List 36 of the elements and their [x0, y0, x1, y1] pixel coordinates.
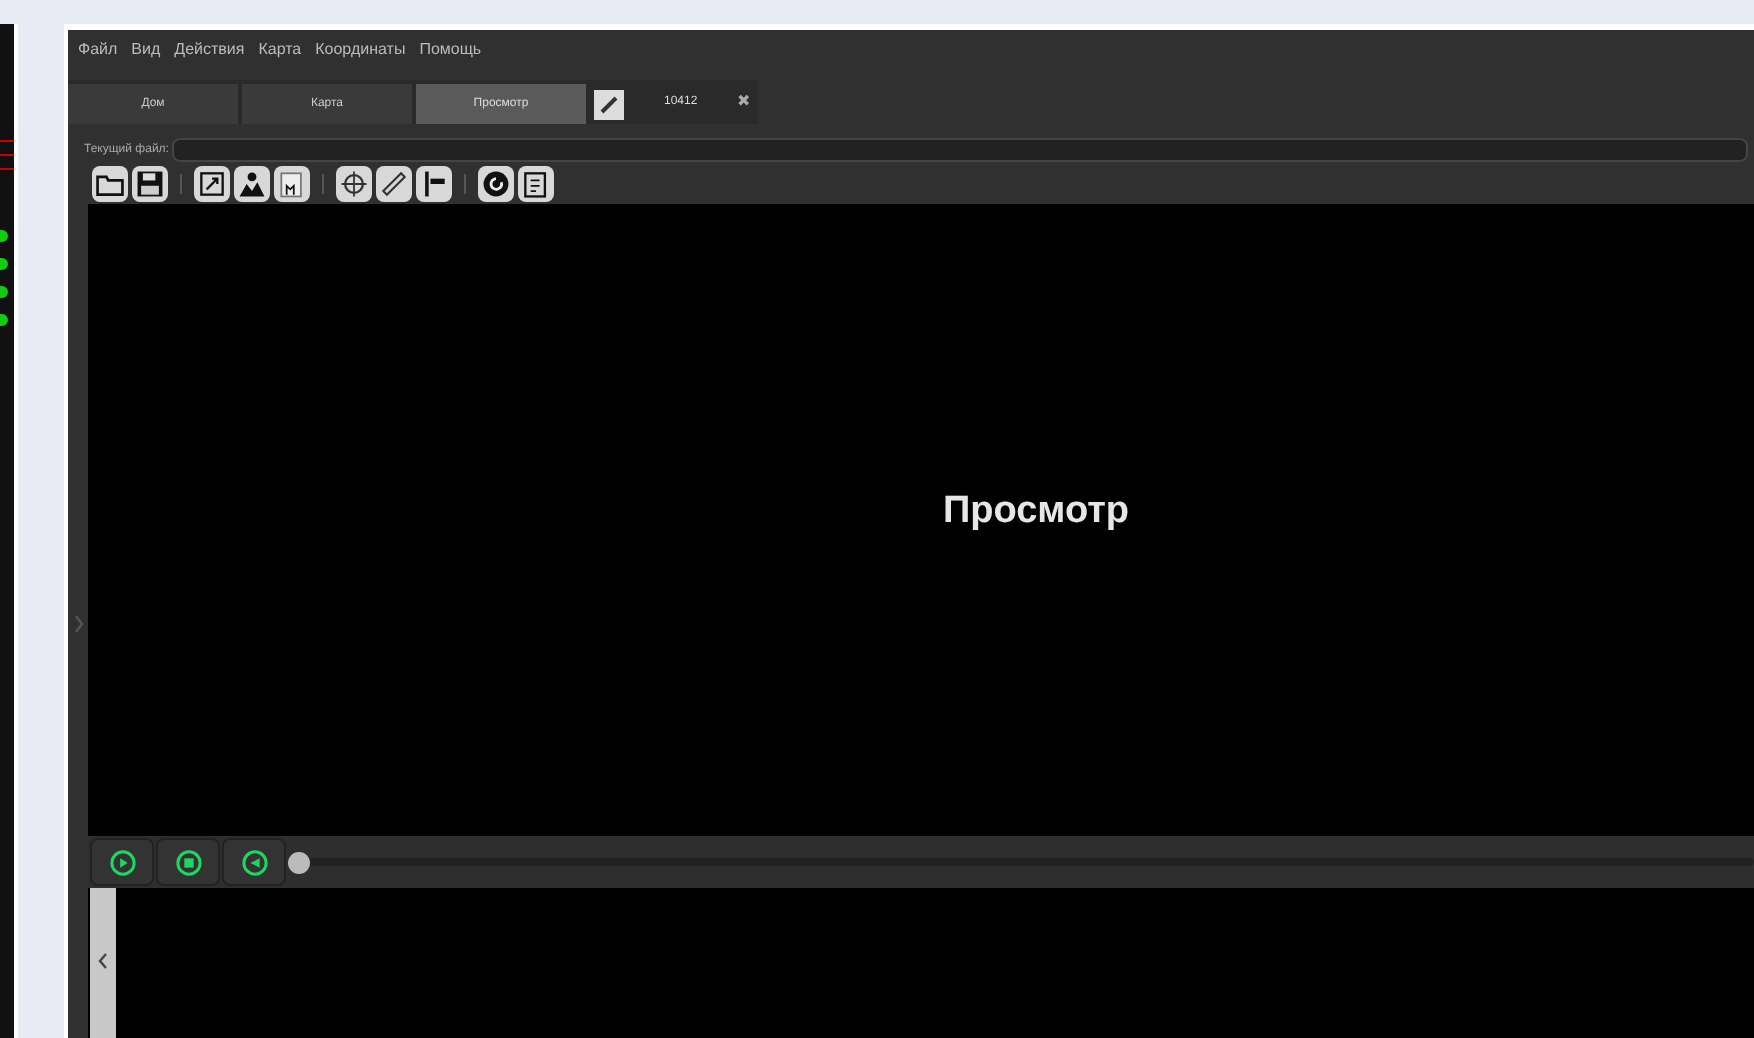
crosshair-icon	[338, 168, 370, 200]
slider-thumb[interactable]	[288, 851, 310, 873]
align-button[interactable]	[416, 166, 452, 202]
current-file-field[interactable]	[172, 138, 1748, 162]
export-icon	[196, 168, 228, 200]
notes-button[interactable]	[518, 166, 554, 202]
playback-slider[interactable]	[288, 850, 1754, 874]
rewind-icon	[241, 849, 267, 875]
refresh-button[interactable]	[478, 166, 514, 202]
menu-item[interactable]: Помощь	[419, 38, 482, 62]
crosshair-button[interactable]	[336, 166, 372, 202]
menu-item[interactable]: Координаты	[315, 38, 406, 62]
export-button[interactable]	[194, 166, 230, 202]
ruler-button[interactable]	[376, 166, 412, 202]
map-document-button[interactable]	[274, 166, 310, 202]
chevron-left-icon	[98, 951, 108, 969]
stop-icon	[175, 849, 201, 875]
map-document-icon	[276, 168, 308, 200]
notes-icon	[520, 168, 552, 200]
menu-item[interactable]: Вид	[131, 38, 161, 62]
edit-button[interactable]	[594, 90, 624, 120]
play-button[interactable]	[90, 838, 154, 886]
rewind-button[interactable]	[222, 838, 286, 886]
folder-button[interactable]	[92, 166, 128, 202]
ruler-icon	[378, 168, 410, 200]
menu-item[interactable]: Действия	[174, 38, 245, 62]
pencil-icon	[598, 94, 620, 116]
save-button[interactable]	[132, 166, 168, 202]
save-icon	[134, 168, 166, 200]
refresh-icon	[480, 168, 512, 200]
menu-item[interactable]: Файл	[78, 38, 118, 62]
stop-button[interactable]	[156, 838, 220, 886]
close-button[interactable]: ✖	[737, 90, 752, 114]
viewer-title: Просмотр	[942, 487, 1130, 536]
menu-item[interactable]: Карта	[258, 38, 302, 62]
play-icon	[109, 849, 135, 875]
